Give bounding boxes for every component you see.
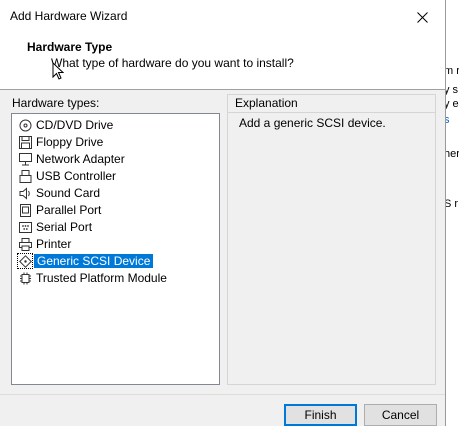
close-icon xyxy=(416,11,428,23)
list-item-usb-controller[interactable]: USB Controller xyxy=(18,168,116,184)
window-title: Add Hardware Wizard xyxy=(10,9,128,23)
background-text-fragment: y e xyxy=(444,98,459,110)
hardware-types-label: Hardware types: xyxy=(12,96,100,110)
background-text-fragment: her xyxy=(444,148,459,160)
title-bar: Add Hardware Wizard xyxy=(0,0,445,34)
list-item-serial-port[interactable]: Serial Port xyxy=(18,219,92,235)
page-subtitle: What type of hardware do you want to ins… xyxy=(51,56,294,70)
list-item-parallel-port[interactable]: Parallel Port xyxy=(18,202,101,218)
scsi-icon xyxy=(17,253,33,269)
speaker-icon xyxy=(18,186,32,200)
hardware-types-list[interactable]: CD/DVD Drive Floppy Drive Network Adapte… xyxy=(11,113,220,385)
tpm-icon xyxy=(18,271,32,285)
printer-icon xyxy=(18,237,32,251)
list-item-label: Serial Port xyxy=(36,220,93,234)
close-button[interactable] xyxy=(399,0,445,34)
floppy-drive-icon xyxy=(18,135,32,149)
list-item-label: Parallel Port xyxy=(36,203,102,217)
list-item-label: Generic SCSI Device xyxy=(34,254,154,268)
list-item-label: CD/DVD Drive xyxy=(36,118,114,132)
list-item-generic-scsi-device[interactable]: Generic SCSI Device xyxy=(17,253,154,269)
list-item-printer[interactable]: Printer xyxy=(18,236,71,252)
wizard-header: Hardware Type What type of hardware do y… xyxy=(0,34,445,90)
list-item-floppy-drive[interactable]: Floppy Drive xyxy=(18,134,103,150)
explanation-text: Add a generic SCSI device. xyxy=(239,116,386,130)
finish-button[interactable]: Finish xyxy=(284,404,357,426)
add-hardware-wizard-dialog: Add Hardware Wizard Hardware Type What t… xyxy=(0,0,446,426)
list-item-label: Sound Card xyxy=(36,186,101,200)
list-item-trusted-platform-module[interactable]: Trusted Platform Module xyxy=(18,270,167,286)
parallel-port-icon xyxy=(18,203,32,217)
page-title: Hardware Type xyxy=(27,40,113,54)
list-item-label: Trusted Platform Module xyxy=(36,271,167,285)
explanation-group: Explanation Add a generic SCSI device. xyxy=(227,94,436,385)
explanation-label: Explanation xyxy=(235,96,298,110)
background-text-fragment: y s xyxy=(444,84,459,96)
cancel-button[interactable]: Cancel xyxy=(364,404,437,426)
network-adapter-icon xyxy=(18,152,32,166)
serial-port-icon xyxy=(18,220,32,234)
cd-drive-icon xyxy=(18,118,32,132)
usb-icon xyxy=(18,169,32,183)
list-item-network-adapter[interactable]: Network Adapter xyxy=(18,151,125,167)
background-text-fragment: S r xyxy=(444,198,459,210)
divider xyxy=(0,394,445,395)
list-item-label: Printer xyxy=(36,237,72,251)
mouse-cursor-icon xyxy=(52,62,64,80)
list-item-label: USB Controller xyxy=(36,169,117,183)
list-item-sound-card[interactable]: Sound Card xyxy=(18,185,100,201)
list-item-label: Floppy Drive xyxy=(36,135,104,149)
list-item-cd-dvd-drive[interactable]: CD/DVD Drive xyxy=(18,117,113,133)
background-text-fragment: m r xyxy=(444,65,459,77)
list-item-label: Network Adapter xyxy=(36,152,125,166)
divider xyxy=(228,112,435,113)
